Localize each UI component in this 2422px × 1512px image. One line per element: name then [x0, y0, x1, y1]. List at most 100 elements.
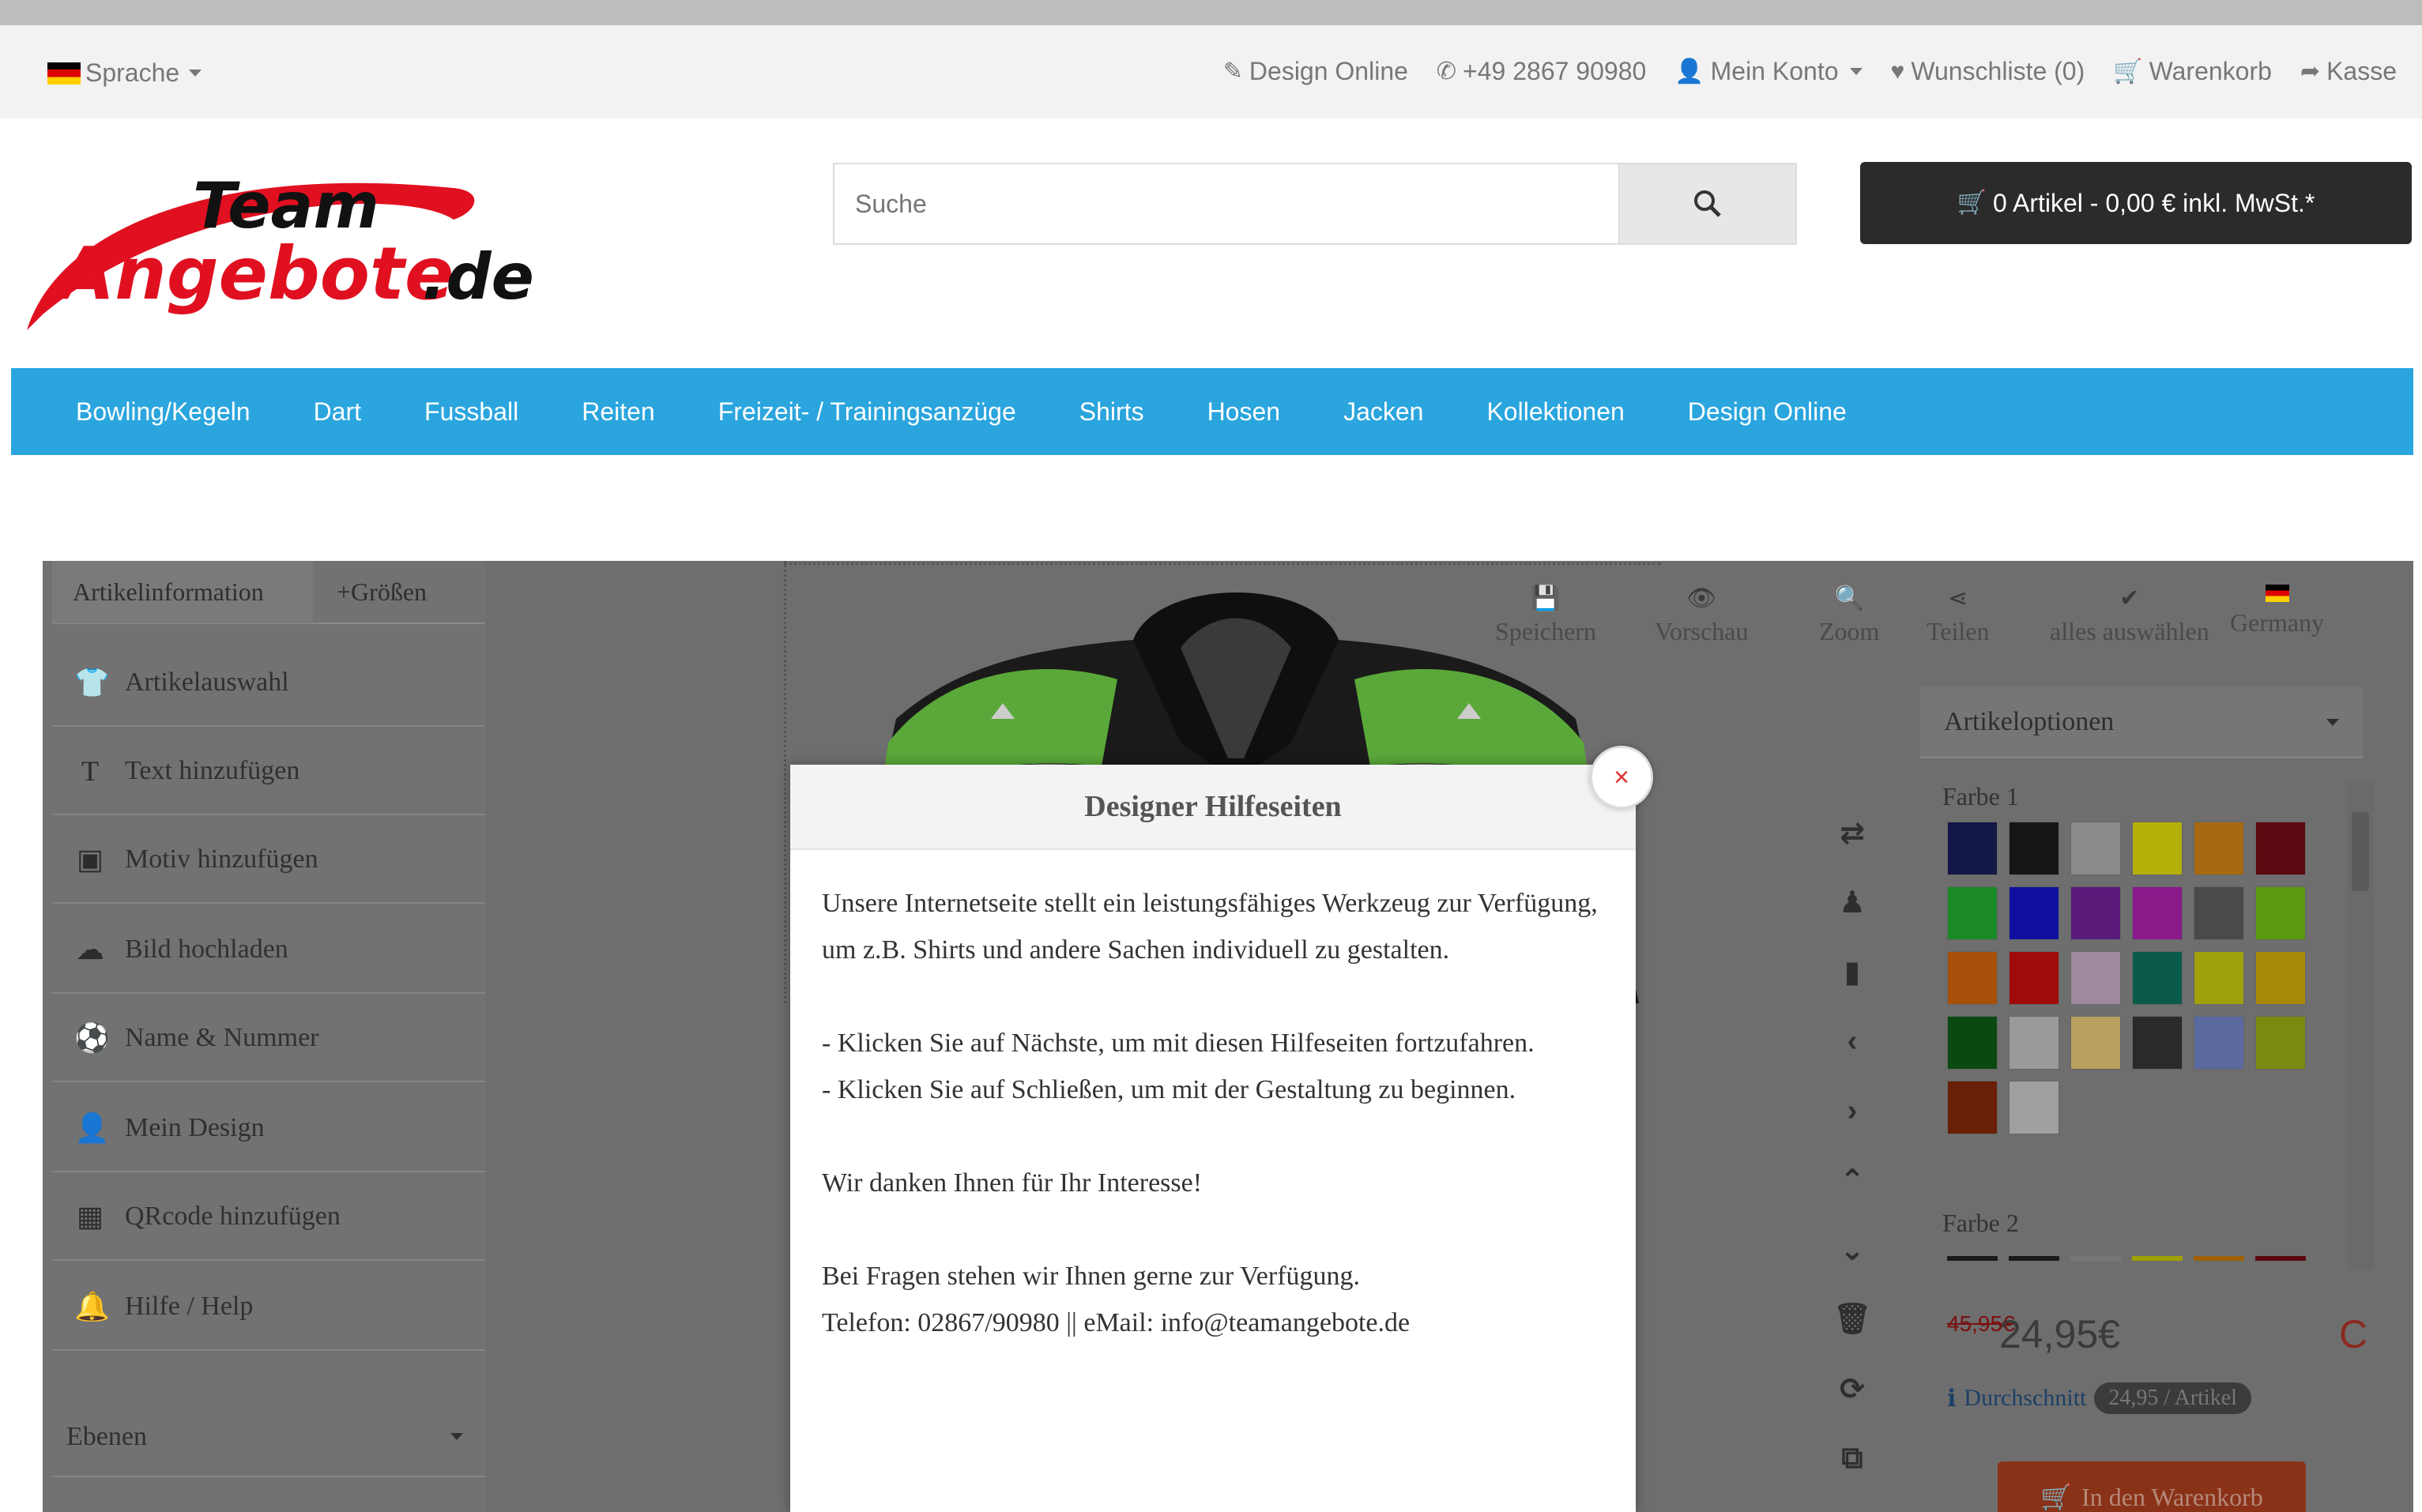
- cart-icon: 🛒: [2040, 1483, 2073, 1511]
- add-to-cart-button[interactable]: 🛒 In den Warenkorb: [1998, 1461, 2306, 1512]
- average-label: Durchschnitt: [1964, 1385, 2087, 1411]
- toolbar-language[interactable]: Germany: [2230, 585, 2324, 638]
- menu-item-article-selection[interactable]: 👕 Artikelauswahl: [52, 640, 485, 727]
- color2-swatch[interactable]: [2132, 1256, 2183, 1261]
- color-swatch[interactable]: [2255, 951, 2306, 1005]
- tab-article-info[interactable]: Artikelinformation: [52, 561, 313, 623]
- color-swatch[interactable]: [2009, 1016, 2059, 1070]
- color-swatch[interactable]: [1947, 1016, 1998, 1070]
- chevron-right-icon[interactable]: ›: [1821, 1076, 1884, 1145]
- swap-icon[interactable]: ⇄: [1821, 798, 1884, 867]
- modal-close-button[interactable]: ×: [1590, 746, 1653, 809]
- color-swatch[interactable]: [2070, 822, 2121, 875]
- color-swatch[interactable]: [2194, 822, 2244, 875]
- color-swatch[interactable]: [2255, 886, 2306, 940]
- article-options-panel: Artikeloptionen Farbe 1 Farbe 2 45,95€ 2…: [1920, 687, 2379, 1512]
- color-swatch[interactable]: [2194, 1016, 2244, 1070]
- color2-swatch[interactable]: [1947, 1256, 1998, 1261]
- color-swatch[interactable]: [2070, 1016, 2121, 1070]
- layers-dropdown[interactable]: Ebenen: [52, 1398, 485, 1477]
- color-swatch[interactable]: [2194, 951, 2244, 1005]
- color-swatch[interactable]: [2194, 886, 2244, 940]
- nav-item-hosen[interactable]: Hosen: [1207, 397, 1281, 427]
- user-stamp-icon[interactable]: ♟: [1821, 867, 1884, 937]
- color-swatch[interactable]: [1947, 822, 1998, 875]
- color-swatch[interactable]: [2009, 1081, 2059, 1134]
- copy-icon[interactable]: ⧉: [1821, 1424, 1884, 1493]
- language-selector[interactable]: Sprache: [47, 58, 202, 88]
- toolbar-label: Zoom: [1819, 617, 1880, 645]
- color2-swatch[interactable]: [2070, 1256, 2121, 1261]
- top-link-cart[interactable]: 🛒 Warenkorb: [2113, 57, 2272, 86]
- chevron-left-icon[interactable]: ‹: [1821, 1006, 1884, 1076]
- color2-swatch[interactable]: [2009, 1256, 2059, 1261]
- toolbar-share[interactable]: ⋖ Teilen: [1927, 585, 1990, 646]
- menu-item-upload-image[interactable]: ☁ Bild hochladen: [52, 907, 485, 994]
- tab-sizes[interactable]: +Größen: [313, 577, 427, 607]
- menu-item-help[interactable]: 🔔 Hilfe / Help: [52, 1264, 485, 1351]
- color2-swatch[interactable]: [2194, 1256, 2244, 1261]
- nav-item-bowling[interactable]: Bowling/Kegeln: [76, 397, 250, 427]
- refresh-icon[interactable]: ⟳: [1821, 1354, 1884, 1424]
- article-options-header[interactable]: Artikeloptionen: [1920, 687, 2363, 758]
- nav-item-dart[interactable]: Dart: [314, 397, 361, 427]
- nav-item-shirts[interactable]: Shirts: [1079, 397, 1144, 427]
- menu-item-add-motif[interactable]: ▣ Motiv hinzufügen: [52, 817, 485, 904]
- color-swatch[interactable]: [2009, 822, 2059, 875]
- trash-icon[interactable]: 🗑: [1821, 1284, 1884, 1354]
- top-link-account[interactable]: 👤 Mein Konto: [1674, 57, 1863, 86]
- align-icon[interactable]: ▮: [1821, 937, 1884, 1006]
- search-button[interactable]: [1618, 163, 1797, 245]
- color2-swatch[interactable]: [2255, 1256, 2306, 1261]
- top-link-wishlist[interactable]: ♥ Wunschliste (0): [1891, 57, 2085, 86]
- color-swatch[interactable]: [2255, 822, 2306, 875]
- nav-item-kollektionen[interactable]: Kollektionen: [1486, 397, 1624, 427]
- menu-item-name-number[interactable]: ⚽ Name & Nummer: [52, 995, 485, 1082]
- site-logo[interactable]: Team Angebote .de: [11, 156, 564, 346]
- menu-item-label: Artikelauswahl: [125, 668, 289, 697]
- top-link-design-online[interactable]: ✎ Design Online: [1223, 57, 1408, 86]
- toolbar-zoom[interactable]: 🔍 Zoom: [1819, 585, 1879, 646]
- top-strip: [0, 0, 2422, 25]
- toolbar-select-all[interactable]: ✔ alles auswählen: [2050, 585, 2209, 646]
- color-swatch[interactable]: [2070, 951, 2121, 1005]
- options-scrollbar[interactable]: [2347, 780, 2374, 1270]
- chevron-down-icon[interactable]: ⌄: [1821, 1215, 1884, 1284]
- color-swatch[interactable]: [1947, 1081, 1998, 1134]
- cart-summary-button[interactable]: 🛒 0 Artikel - 0,00 € inkl. MwSt.*: [1860, 162, 2412, 244]
- color-swatch[interactable]: [2009, 886, 2059, 940]
- color-swatch[interactable]: [2070, 886, 2121, 940]
- color-swatch[interactable]: [2132, 886, 2183, 940]
- color-swatch[interactable]: [2009, 951, 2059, 1005]
- nav-item-fussball[interactable]: Fussball: [424, 397, 518, 427]
- nav-item-design-online[interactable]: Design Online: [1688, 397, 1847, 427]
- search-input[interactable]: [833, 163, 1623, 245]
- pencil-icon: ✎: [1222, 58, 1243, 85]
- nav-item-freizeit[interactable]: Freizeit- / Trainingsanzüge: [718, 397, 1016, 427]
- menu-item-add-qrcode[interactable]: ▦ QRcode hinzufügen: [52, 1174, 485, 1261]
- color-swatch[interactable]: [2132, 1016, 2183, 1070]
- nav-item-reiten[interactable]: Reiten: [582, 397, 655, 427]
- chevron-up-icon[interactable]: ⌃: [1821, 1145, 1884, 1215]
- color-swatch[interactable]: [2255, 1016, 2306, 1070]
- color-swatch[interactable]: [1947, 886, 1998, 940]
- menu-item-my-design[interactable]: 👤 Mein Design: [52, 1085, 485, 1172]
- modal-contact: Telefon: 02867/90980 || eMail: info@team…: [822, 1308, 1411, 1337]
- heart-icon: ♥: [1890, 58, 1905, 85]
- color-swatch[interactable]: [2132, 951, 2183, 1005]
- top-link-phone[interactable]: ✆ +49 2867 90980: [1437, 57, 1646, 86]
- scrollbar-thumb[interactable]: [2352, 812, 2369, 891]
- cart-icon: 🛒: [2113, 58, 2143, 85]
- top-link-label: Wunschliste (0): [1911, 57, 2085, 85]
- menu-item-add-text[interactable]: T Text hinzufügen: [52, 728, 485, 815]
- toolbar-save[interactable]: 💾 Speichern: [1495, 585, 1596, 646]
- color-swatch[interactable]: [1947, 951, 1998, 1005]
- cloud-upload-icon: ☁: [76, 934, 104, 965]
- top-link-checkout[interactable]: ➦ Kasse: [2300, 57, 2397, 86]
- color-swatch[interactable]: [2132, 822, 2183, 875]
- help-modal: Designer Hilfeseiten Unsere Internetseit…: [790, 765, 1636, 1512]
- modal-next-hint: - Klicken Sie auf Nächste, um mit diesen…: [822, 1029, 1535, 1058]
- share-icon: ➦: [2300, 58, 2321, 85]
- nav-item-jacken[interactable]: Jacken: [1343, 397, 1423, 427]
- toolbar-preview[interactable]: 👁 Vorschau: [1655, 585, 1749, 646]
